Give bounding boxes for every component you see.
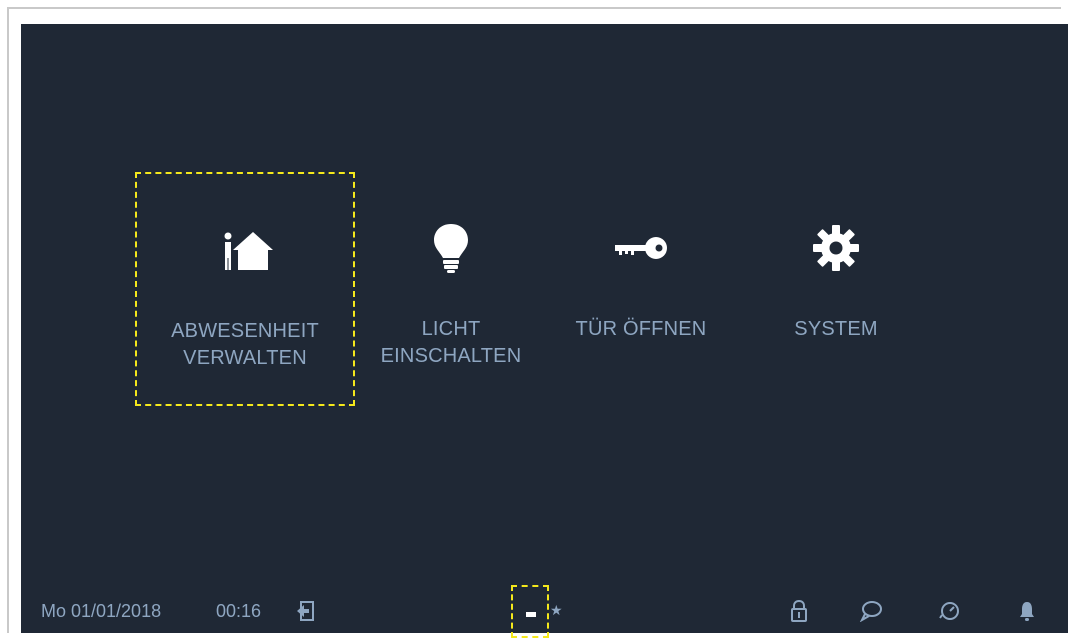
tile-abwesenheit-verwalten[interactable]: ABWESENHEIT VERWALTEN: [135, 172, 355, 406]
panel-screen: ABWESENHEIT VERWALTEN LICHT EINSCHALTEN: [21, 24, 1068, 638]
status-time: 00:16: [216, 601, 262, 621]
tile-licht-einschalten[interactable]: LICHT EINSCHALTEN: [366, 172, 536, 406]
status-bar: Mo 01/01/2018 00:16 ★: [21, 585, 1068, 638]
history-clock-icon[interactable]: [937, 598, 963, 624]
light-bulb-icon: [421, 218, 481, 278]
page-indicator-current: [526, 612, 536, 617]
tile-label-line1: LICHT: [421, 318, 481, 340]
tile-label: LICHT EINSCHALTEN: [366, 316, 536, 370]
tile-system[interactable]: SYSTEM: [746, 172, 926, 406]
message-bubble-icon[interactable]: [858, 598, 884, 624]
tile-label-line2: EINSCHALTEN: [380, 345, 522, 367]
gear-icon: [806, 218, 866, 278]
device-frame: ABWESENHEIT VERWALTEN LICHT EINSCHALTEN: [0, 0, 1068, 638]
page-indicator[interactable]: [511, 585, 549, 638]
bell-icon[interactable]: [1014, 598, 1040, 624]
tile-label: SYSTEM: [746, 316, 926, 343]
door-key-icon: [611, 218, 671, 278]
tile-tuer-oeffnen[interactable]: TÜR ÖFFNEN: [546, 172, 736, 406]
tile-label-line1: TÜR ÖFFNEN: [575, 318, 707, 340]
lock-icon[interactable]: [786, 598, 812, 624]
tile-label-line1: ABWESENHEIT: [171, 320, 319, 342]
tile-label-line1: SYSTEM: [794, 318, 878, 340]
frame-border-left: [7, 7, 9, 633]
exit-door-icon[interactable]: [293, 598, 319, 624]
status-date: Mo 01/01/2018: [41, 601, 162, 621]
tile-label-line2: VERWALTEN: [183, 347, 307, 369]
tile-label: TÜR ÖFFNEN: [546, 316, 736, 343]
favorites-star-icon[interactable]: ★: [550, 603, 563, 619]
absence-home-icon: [215, 220, 275, 280]
tile-label: ABWESENHEIT VERWALTEN: [137, 318, 353, 372]
frame-border-top: [7, 7, 1061, 9]
